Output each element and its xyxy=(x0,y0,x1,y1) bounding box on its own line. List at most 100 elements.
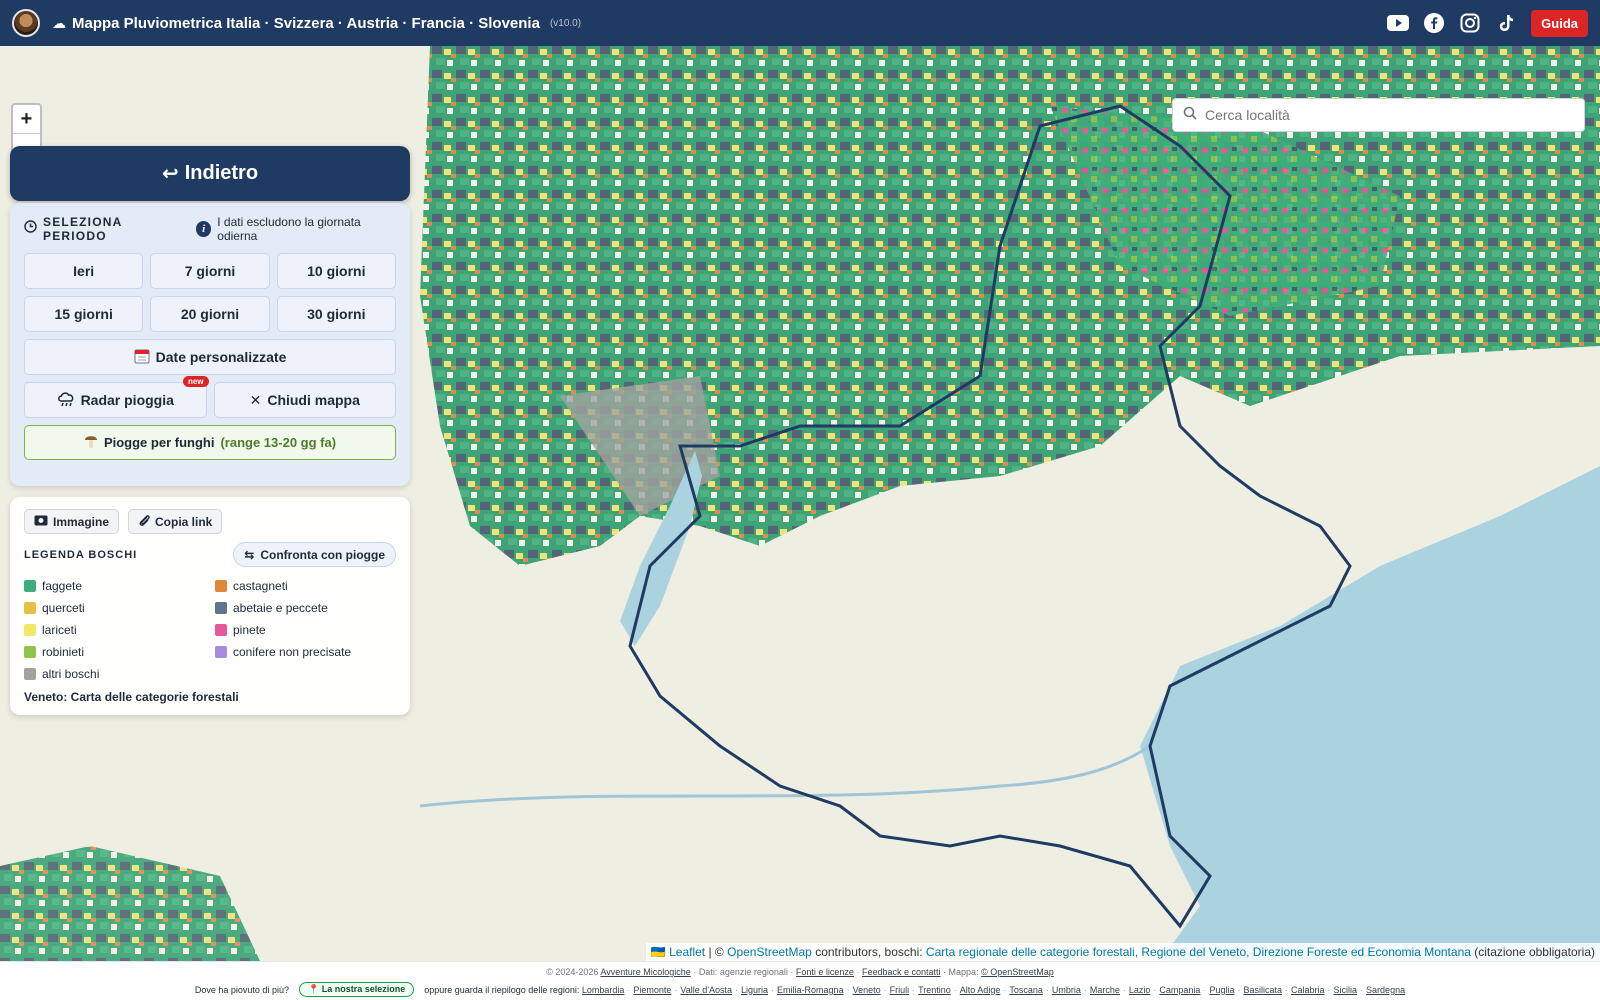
region-link[interactable]: Puglia xyxy=(1209,985,1234,995)
region-link[interactable]: Sicilia xyxy=(1334,985,1358,995)
legend-swatch xyxy=(24,579,36,592)
fungi-rain-button[interactable]: Piogge per funghi (range 13-20 gg fa) xyxy=(24,425,396,460)
legend-item: lariceti xyxy=(24,621,215,638)
custom-dates-label: Date personalizzate xyxy=(155,349,287,365)
rain-radar-button[interactable]: Radar pioggia new xyxy=(24,376,209,418)
top-bar: ☁ Mappa Pluviometrica Italia · Svizzera … xyxy=(0,0,1600,46)
period-20-days-button[interactable]: 20 giorni xyxy=(150,296,270,332)
zoom-in-button[interactable]: + xyxy=(13,105,40,134)
radar-icon xyxy=(57,391,75,410)
region-link[interactable]: Calabria xyxy=(1291,985,1325,995)
legend-label: abetaie e peccete xyxy=(233,600,328,615)
region-link[interactable]: Emilia-Romagna xyxy=(777,985,844,995)
region-separator: · xyxy=(1045,984,1049,995)
instagram-icon[interactable] xyxy=(1459,12,1481,34)
region-link[interactable]: Lazio xyxy=(1129,985,1151,995)
legend-label: querceti xyxy=(42,600,85,615)
period-yesterday-button[interactable]: Ieri xyxy=(24,253,144,289)
tiktok-icon[interactable] xyxy=(1495,12,1517,34)
search-input[interactable] xyxy=(1205,107,1574,123)
search-icon xyxy=(1183,106,1197,125)
legend-swatch xyxy=(215,579,227,592)
legend-source: Veneto: Carta delle categorie forestali xyxy=(24,690,239,704)
our-selection-button[interactable]: 📍 La nostra selezione xyxy=(298,982,415,997)
rain-cloud-icon: ☁ xyxy=(52,14,66,31)
region-separator: · xyxy=(771,984,775,995)
period-15-days-button[interactable]: 15 giorni xyxy=(24,296,144,332)
feedback-link[interactable]: Feedback e contatti xyxy=(862,967,941,977)
copy-link-button[interactable]: Copia link xyxy=(128,509,223,534)
region-separator: · xyxy=(1153,984,1157,995)
info-icon[interactable]: i xyxy=(195,221,212,237)
mushroom-icon xyxy=(84,433,98,452)
fungi-range: (range 13-20 gg fa) xyxy=(220,435,337,450)
legend-item: abetaie e peccete xyxy=(215,599,406,616)
swap-icon: ⇆ xyxy=(244,547,255,562)
export-image-button[interactable]: Immagine xyxy=(24,509,120,534)
footer: © 2024-2026 Avventure Micologiche · Dati… xyxy=(0,961,1600,1000)
legend-label: castagneti xyxy=(233,578,288,593)
region-link[interactable]: Alto Adige xyxy=(960,985,1001,995)
region-separator: · xyxy=(1327,984,1331,995)
legend-item: altri boschi xyxy=(24,665,215,682)
period-30-days-button[interactable]: 30 giorni xyxy=(276,296,396,332)
region-separator: · xyxy=(1285,984,1288,995)
brand-link[interactable]: Avventure Micologiche xyxy=(600,967,690,977)
app-version: (v10.0) xyxy=(549,17,582,29)
osm-link[interactable]: OpenStreetMap xyxy=(727,945,812,959)
region-link[interactable]: Campania xyxy=(1159,985,1200,995)
legend-label: conifere non precisate xyxy=(233,644,352,659)
region-link[interactable]: Trentino xyxy=(918,985,951,995)
footer-osm-link[interactable]: © OpenStreetMap xyxy=(981,967,1054,977)
close-map-button[interactable]: ✕ Chiudi mappa xyxy=(213,382,396,418)
region-link[interactable]: Umbria xyxy=(1052,985,1081,995)
period-7-days-button[interactable]: 7 giorni xyxy=(150,253,270,289)
region-link[interactable]: Sardegna xyxy=(1366,985,1405,995)
region-link[interactable]: Valle d'Aosta xyxy=(680,985,732,995)
forest-source-link[interactable]: Carta regionale delle categorie forestal… xyxy=(926,945,1471,959)
fungi-label: Piogge per funghi xyxy=(103,435,215,450)
paperclip-icon xyxy=(138,513,150,530)
region-separator: · xyxy=(912,984,916,995)
attribution-suffix: (citazione obbligatoria) xyxy=(1474,945,1595,959)
back-button[interactable]: ↩ Indietro xyxy=(10,146,410,201)
region-link[interactable]: Piemonte xyxy=(633,985,671,995)
period-10-days-button[interactable]: 10 giorni xyxy=(276,253,396,289)
location-search[interactable] xyxy=(1172,98,1585,132)
our-selection-label: La nostra selezione xyxy=(321,984,406,994)
legend-swatch xyxy=(24,601,36,614)
ukraine-flag-icon: 🇺🇦 xyxy=(650,945,666,959)
region-link[interactable]: Marche xyxy=(1090,985,1120,995)
compare-rain-label: Confronta con piogge xyxy=(260,547,385,562)
guide-button[interactable]: Guida xyxy=(1531,9,1588,37)
map-attribution: 🇺🇦 Leaflet | © OpenStreetMap contributor… xyxy=(645,943,1600,961)
facebook-icon[interactable] xyxy=(1423,12,1445,34)
custom-dates-button[interactable]: Date personalizzate xyxy=(24,339,396,375)
app-title: ☁ Mappa Pluviometrica Italia · Svizzera … xyxy=(52,15,581,32)
region-separator: · xyxy=(1122,984,1126,995)
region-link[interactable]: Friuli xyxy=(890,985,910,995)
sources-link[interactable]: Fonti e licenze xyxy=(796,967,854,977)
region-separator: · xyxy=(1083,984,1087,995)
legend-swatch xyxy=(24,623,36,636)
legend-swatch xyxy=(215,601,227,614)
image-icon xyxy=(34,515,48,529)
back-button-label: Indietro xyxy=(184,162,259,184)
attribution-contributors: contributors, boschi: xyxy=(815,945,923,959)
legend-item: pinete xyxy=(215,621,406,638)
region-link[interactable]: Lombardia xyxy=(582,985,625,995)
region-link[interactable]: Liguria xyxy=(741,985,768,995)
legend-swatch xyxy=(24,645,36,658)
avatar[interactable] xyxy=(12,9,40,37)
legend-label: pinete xyxy=(233,622,266,637)
legend-swatch xyxy=(24,667,36,680)
legend-label: lariceti xyxy=(42,622,77,637)
legend-swatch xyxy=(215,623,227,636)
region-link[interactable]: Veneto xyxy=(853,985,881,995)
youtube-icon[interactable] xyxy=(1387,12,1410,34)
region-separator: · xyxy=(627,984,631,995)
region-link[interactable]: Basilicata xyxy=(1243,985,1282,995)
leaflet-link[interactable]: Leaflet xyxy=(669,945,705,959)
region-link[interactable]: Toscana xyxy=(1009,985,1043,995)
compare-rain-button[interactable]: ⇆ Confronta con piogge xyxy=(233,542,396,567)
